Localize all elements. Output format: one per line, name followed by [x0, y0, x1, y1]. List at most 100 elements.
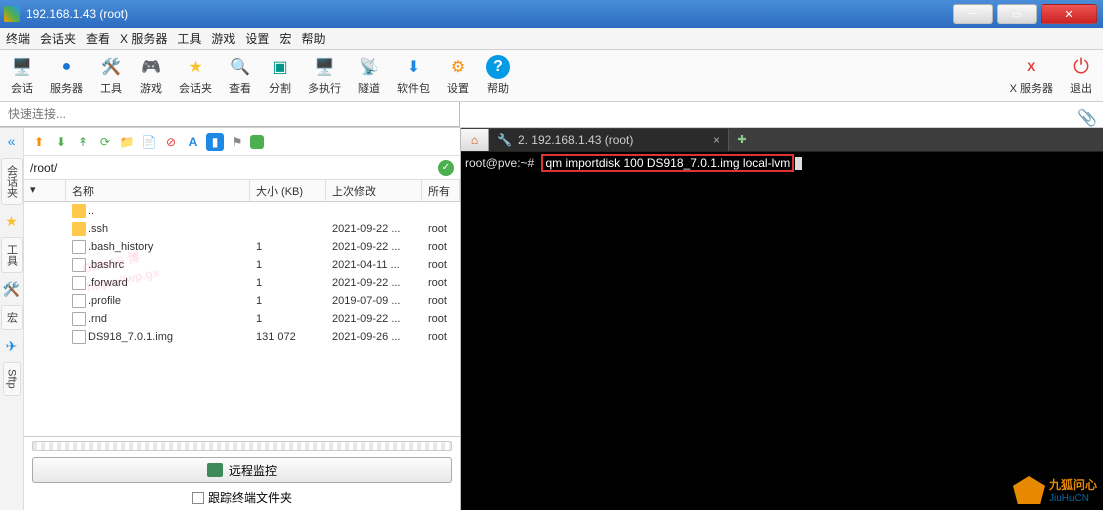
- menu-view[interactable]: 查看: [86, 30, 110, 47]
- tb-multiexec[interactable]: 🖥️多执行: [308, 55, 341, 96]
- toolbar: 🖥️会话 ●服务器 🛠️工具 🎮游戏 ★会话夹 🔍查看 ▣分割 🖥️多执行 📡隧…: [0, 50, 1103, 102]
- help-icon: ?: [486, 55, 510, 79]
- rail-tools-icon[interactable]: 🛠️: [4, 281, 20, 297]
- file-size: 1: [250, 313, 326, 325]
- toggle1-icon[interactable]: ▮: [206, 133, 224, 151]
- collapse-rail-icon[interactable]: «: [3, 132, 21, 150]
- brand-watermark: 九狐问心 JiuHuCN: [1013, 476, 1097, 504]
- file-size: 1: [250, 277, 326, 289]
- terminal-prompt: root@pve:~#: [465, 156, 534, 170]
- file-row[interactable]: .bashrc12021-04-11 ...root: [24, 256, 460, 274]
- terminal-body[interactable]: root@pve:~# qm importdisk 100 DS918_7.0.…: [461, 152, 1103, 510]
- file-owner: root: [422, 331, 460, 343]
- menu-macros[interactable]: 宏: [279, 30, 291, 47]
- sftp-panel: ⬆ ⬇ ↟ ⟳ 📁 📄 ⊘ A ▮ ⚑ ✓ ▾ 名称 大小 (KB) 上次修改 …: [24, 128, 461, 510]
- file-size: 1: [250, 241, 326, 253]
- folder-icon[interactable]: 📁: [118, 133, 136, 151]
- window-titlebar: 192.168.1.43 (root) ─ ▭ ✕: [0, 0, 1103, 28]
- upload-icon[interactable]: ⬆: [30, 133, 48, 151]
- delete-icon[interactable]: ⊘: [162, 133, 180, 151]
- rail-star-icon[interactable]: ★: [4, 213, 20, 229]
- tb-tools[interactable]: 🛠️工具: [99, 55, 123, 96]
- tb-session[interactable]: 🖥️会话: [10, 55, 34, 96]
- track-folders-label: 跟踪终端文件夹: [208, 489, 292, 506]
- newfile-icon[interactable]: 📄: [140, 133, 158, 151]
- rail-macros[interactable]: 宏: [1, 305, 23, 330]
- tab-close-icon[interactable]: ×: [713, 133, 720, 147]
- wrench-icon: 🔧: [497, 133, 512, 147]
- menu-xserver[interactable]: X 服务器: [120, 30, 167, 47]
- menu-games[interactable]: 游戏: [211, 30, 235, 47]
- file-icon: [72, 240, 86, 254]
- file-row[interactable]: .profile12019-07-09 ...root: [24, 292, 460, 310]
- quick-connect-bar: [0, 102, 1103, 128]
- tb-split[interactable]: ▣分割: [268, 55, 292, 96]
- file-name: .bashrc: [66, 258, 250, 272]
- download-icon[interactable]: ⬇: [52, 133, 70, 151]
- col-name[interactable]: 名称: [66, 180, 250, 201]
- remote-monitor-button[interactable]: 远程监控: [32, 457, 452, 483]
- file-row[interactable]: DS918_7.0.1.img131 0722021-09-26 ...root: [24, 328, 460, 346]
- file-date: 2021-04-11 ...: [326, 259, 422, 271]
- track-folders-row[interactable]: 跟踪终端文件夹: [32, 489, 452, 506]
- xserver-icon: X: [1019, 55, 1043, 79]
- tb-view[interactable]: 🔍查看: [228, 55, 252, 96]
- file-owner: root: [422, 295, 460, 307]
- tb-games[interactable]: 🎮游戏: [139, 55, 163, 96]
- col-date[interactable]: 上次修改: [326, 180, 422, 201]
- up-icon[interactable]: ↟: [74, 133, 92, 151]
- rail-sessions[interactable]: 会话夹: [1, 158, 23, 205]
- tb-exit[interactable]: ⏻退出: [1069, 55, 1093, 96]
- letter-a-icon[interactable]: A: [184, 133, 202, 151]
- maximize-button[interactable]: ▭: [997, 4, 1037, 24]
- track-checkbox[interactable]: [192, 492, 204, 504]
- minimize-button[interactable]: ─: [953, 4, 993, 24]
- file-row[interactable]: .ssh2021-09-22 ...root: [24, 220, 460, 238]
- tb-sessions-folder[interactable]: ★会话夹: [179, 55, 212, 96]
- path-input[interactable]: [30, 161, 438, 175]
- tb-packages[interactable]: ⬇软件包: [397, 55, 430, 96]
- file-size: 131 072: [250, 331, 326, 343]
- tb-tunnel[interactable]: 📡隧道: [357, 55, 381, 96]
- tb-xserver[interactable]: XX 服务器: [1010, 55, 1053, 96]
- dot-icon[interactable]: [250, 135, 264, 149]
- sftp-toolbar: ⬆ ⬇ ↟ ⟳ 📁 📄 ⊘ A ▮ ⚑: [24, 128, 460, 156]
- file-name: .profile: [66, 294, 250, 308]
- file-list-header: ▾ 名称 大小 (KB) 上次修改 所有: [24, 180, 460, 202]
- rail-tools[interactable]: 工具: [1, 237, 23, 273]
- menu-help[interactable]: 帮助: [301, 30, 325, 47]
- terminal-command: qm importdisk 100 DS918_7.0.1.img local-…: [541, 154, 794, 172]
- tab-new[interactable]: ✚: [729, 129, 755, 151]
- file-row[interactable]: .forward12021-09-22 ...root: [24, 274, 460, 292]
- sftp-bottom-controls: 远程监控 跟踪终端文件夹: [24, 436, 460, 510]
- attachment-icon[interactable]: 📎: [1077, 108, 1097, 128]
- menu-terminal[interactable]: 终端: [6, 30, 30, 47]
- tb-servers[interactable]: ●服务器: [50, 55, 83, 96]
- file-name: .bash_history: [66, 240, 250, 254]
- rail-send-icon[interactable]: ✈: [4, 338, 20, 354]
- terminal-cursor: [795, 157, 802, 170]
- tab-home[interactable]: ⌂: [461, 129, 489, 151]
- tab-session-active[interactable]: 🔧 2. 192.168.1.43 (root) ×: [489, 129, 729, 151]
- tb-settings[interactable]: ⚙设置: [446, 55, 470, 96]
- file-list: ▾ 名称 大小 (KB) 上次修改 所有 GXNAS 博 https://wp.…: [24, 180, 460, 436]
- window-buttons: ─ ▭ ✕: [951, 4, 1099, 24]
- menu-sessions[interactable]: 会话夹: [40, 30, 76, 47]
- file-row[interactable]: .rnd12021-09-22 ...root: [24, 310, 460, 328]
- col-checkbox[interactable]: ▾: [24, 180, 66, 201]
- flag-icon[interactable]: ⚑: [228, 133, 246, 151]
- close-button[interactable]: ✕: [1041, 4, 1097, 24]
- col-owner[interactable]: 所有: [422, 180, 460, 201]
- menu-settings[interactable]: 设置: [245, 30, 269, 47]
- col-size[interactable]: 大小 (KB): [250, 180, 326, 201]
- servers-icon: ●: [55, 55, 79, 79]
- tb-help[interactable]: ?帮助: [486, 55, 510, 96]
- folder-icon: [72, 222, 86, 236]
- main-area: « 会话夹 ★ 工具 🛠️ 宏 ✈ Sftp ⬆ ⬇ ↟ ⟳ 📁 📄 ⊘ A ▮…: [0, 128, 1103, 510]
- refresh-icon[interactable]: ⟳: [96, 133, 114, 151]
- rail-sftp[interactable]: Sftp: [3, 362, 21, 396]
- menu-tools[interactable]: 工具: [177, 30, 201, 47]
- quick-connect-input[interactable]: [0, 102, 460, 127]
- file-row[interactable]: ..: [24, 202, 460, 220]
- file-row[interactable]: .bash_history12021-09-22 ...root: [24, 238, 460, 256]
